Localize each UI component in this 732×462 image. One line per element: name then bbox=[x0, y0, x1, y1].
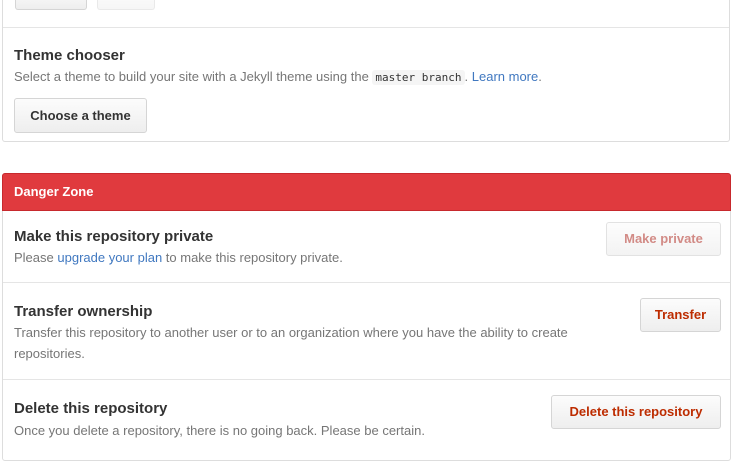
delete-repository-description: Once you delete a repository, there is n… bbox=[14, 423, 425, 438]
row-divider bbox=[3, 282, 730, 283]
danger-zone-box: Danger Zone Make this repository private… bbox=[2, 173, 731, 461]
cancel-button[interactable] bbox=[97, 0, 155, 10]
theme-description-trailing: . bbox=[538, 69, 542, 84]
theme-chooser-description: Select a theme to build your site with a… bbox=[14, 69, 542, 85]
make-private-desc-prefix: Please bbox=[14, 250, 58, 265]
github-pages-settings-box: Theme chooser Select a theme to build yo… bbox=[2, 0, 730, 142]
learn-more-link[interactable]: Learn more bbox=[472, 69, 538, 84]
upgrade-plan-link[interactable]: upgrade your plan bbox=[57, 250, 162, 265]
make-private-button[interactable]: Make private bbox=[606, 222, 721, 256]
theme-description-separator: . bbox=[464, 69, 472, 84]
transfer-button[interactable]: Transfer bbox=[640, 298, 721, 332]
transfer-ownership-title: Transfer ownership bbox=[14, 303, 153, 320]
make-private-desc-suffix: to make this repository private. bbox=[162, 250, 343, 265]
danger-zone-header: Danger Zone bbox=[2, 173, 731, 211]
transfer-ownership-description: Transfer this repository to another user… bbox=[14, 325, 568, 361]
delete-repository-title: Delete this repository bbox=[14, 400, 168, 417]
section-divider bbox=[3, 27, 729, 28]
theme-chooser-title: Theme chooser bbox=[14, 47, 125, 64]
theme-description-text: Select a theme to build your site with a… bbox=[14, 69, 373, 84]
choose-theme-button[interactable]: Choose a theme bbox=[14, 98, 147, 133]
branch-code: master branch bbox=[372, 70, 465, 85]
make-private-description: Please upgrade your plan to make this re… bbox=[14, 247, 343, 268]
make-private-title: Make this repository private bbox=[14, 228, 214, 245]
row-divider bbox=[3, 379, 730, 380]
delete-repository-button[interactable]: Delete this repository bbox=[551, 395, 721, 429]
save-button[interactable] bbox=[15, 0, 87, 10]
